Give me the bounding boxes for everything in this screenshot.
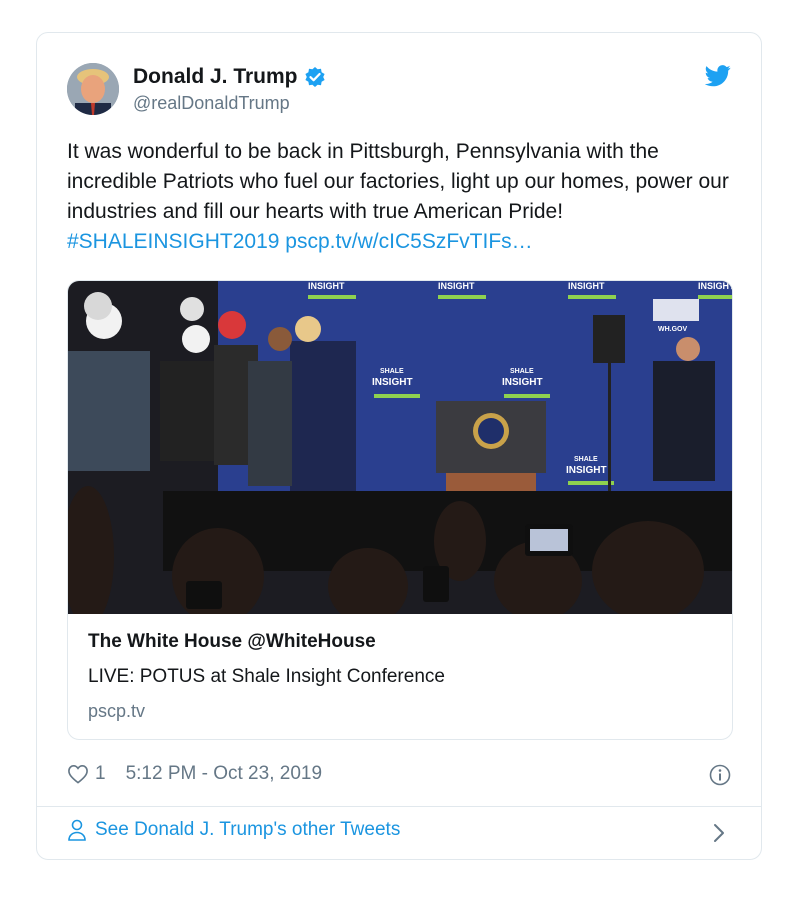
author-name[interactable]: Donald J. Trump (133, 65, 298, 89)
banner-text: INSIGHT (566, 465, 607, 476)
card-title[interactable]: The White House @WhiteHouse (88, 631, 376, 653)
wh-gov-text: WH.GOV (658, 326, 687, 333)
timestamp[interactable]: 5:12 PM - Oct 23, 2019 (126, 763, 322, 785)
hashtag-link[interactable]: #SHALEINSIGHT2019 (67, 230, 279, 253)
card-description[interactable]: LIVE: POTUS at Shale Insight Conference (88, 666, 445, 688)
like-count[interactable]: 1 (95, 763, 106, 785)
divider (37, 806, 761, 807)
author-avatar[interactable] (67, 63, 119, 115)
banner-text: INSIGHT (308, 281, 345, 291)
person-icon (68, 819, 86, 841)
tweet-text: It was wonderful to be back in Pittsburg… (67, 137, 737, 257)
banner-text: INSIGHT (568, 281, 605, 291)
author-handle[interactable]: @realDonaldTrump (133, 93, 290, 114)
preview-image[interactable]: INSIGHT INSIGHT INSIGHT INSIGHT SHALE IN… (68, 281, 733, 614)
other-tweets-link[interactable]: See Donald J. Trump's other Tweets (67, 819, 400, 841)
info-icon[interactable] (709, 764, 731, 786)
tweet-meta: 1 5:12 PM - Oct 23, 2019 (67, 763, 322, 785)
verified-badge-icon (304, 67, 325, 87)
chevron-right-icon[interactable] (713, 823, 725, 843)
banner-small-text: SHALE (510, 368, 534, 375)
banner-text: INSIGHT (698, 281, 733, 291)
card-domain[interactable]: pscp.tv (88, 701, 145, 722)
url-link[interactable]: pscp.tv/w/cIC5SzFvTIFs… (285, 230, 532, 253)
author-name-row: Donald J. Trump (133, 65, 326, 89)
twitter-bird-icon[interactable] (705, 65, 731, 87)
banner-small-text: SHALE (574, 456, 598, 463)
banner-text: INSIGHT (372, 377, 413, 388)
banner-small-text: SHALE (380, 368, 404, 375)
heart-icon[interactable] (67, 764, 89, 784)
banner-text: INSIGHT (502, 377, 543, 388)
tweet-body: It was wonderful to be back in Pittsburg… (67, 140, 729, 223)
tweet-card: Donald J. Trump @realDonaldTrump It was … (36, 32, 762, 860)
link-preview-card[interactable]: INSIGHT INSIGHT INSIGHT INSIGHT SHALE IN… (67, 280, 733, 740)
other-tweets-label[interactable]: See Donald J. Trump's other Tweets (95, 819, 400, 841)
banner-text: INSIGHT (438, 281, 475, 291)
